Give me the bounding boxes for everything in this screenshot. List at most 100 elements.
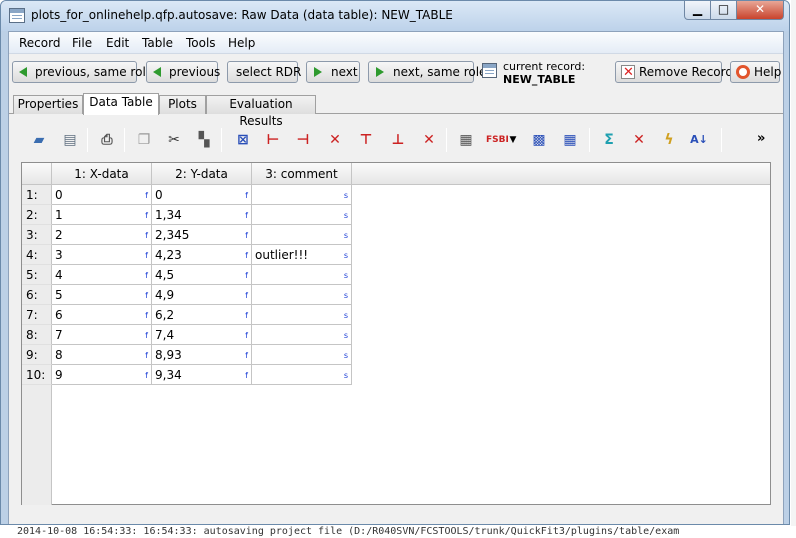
- table-cell[interactable]: s: [252, 185, 352, 205]
- table-cell[interactable]: 9,34 f: [152, 365, 252, 385]
- table-cell[interactable]: 5f: [52, 285, 152, 305]
- table-cell[interactable]: 6,2 f: [152, 305, 252, 325]
- row-header[interactable]: 6:: [22, 285, 52, 305]
- recalculate-icon[interactable]: ϟ: [659, 130, 679, 150]
- table-cell[interactable]: 4,9 f: [152, 285, 252, 305]
- cell-value: 3: [55, 248, 63, 262]
- row-header[interactable]: 7:: [22, 305, 52, 325]
- help-button[interactable]: Help: [730, 61, 781, 83]
- print-icon[interactable]: ⎙: [97, 130, 117, 150]
- previous-same-role-button[interactable]: previous, same role: [12, 61, 153, 83]
- table-delete-icon[interactable]: ▦: [456, 130, 476, 150]
- append-row-icon[interactable]: ⊥: [388, 130, 408, 150]
- insert-row-icon[interactable]: ⊤: [356, 130, 376, 150]
- row-header[interactable]: 10:: [22, 365, 52, 385]
- cell-value: 7,4: [155, 328, 175, 342]
- delete-row-icon[interactable]: ✕: [419, 130, 439, 150]
- table-cell[interactable]: 1,34 f: [152, 205, 252, 225]
- table-cell[interactable]: 9f: [52, 365, 152, 385]
- insert-column-icon[interactable]: ⊢: [263, 130, 283, 150]
- menu-record[interactable]: Record: [19, 36, 60, 50]
- row-header[interactable]: 1:: [22, 185, 52, 205]
- table-cell[interactable]: 7f: [52, 325, 152, 345]
- table-cell[interactable]: 7,4 f: [152, 325, 252, 345]
- table-cell[interactable]: 4,5 f: [152, 265, 252, 285]
- menu-edit[interactable]: Edit: [106, 36, 129, 50]
- cell-type-flag: s: [343, 251, 348, 260]
- save-icon[interactable]: ▤: [60, 130, 80, 150]
- maximize-button[interactable]: □: [710, 1, 737, 20]
- table-cell[interactable]: 8f: [52, 345, 152, 365]
- column-header[interactable]: 3: comment: [252, 163, 352, 185]
- column-header[interactable]: 1: X-data: [52, 163, 152, 185]
- dropdown-arrow-icon[interactable]: ▼: [508, 130, 518, 150]
- row-header[interactable]: 8:: [22, 325, 52, 345]
- menu-table[interactable]: Table: [142, 36, 173, 50]
- table-cell[interactable]: 3f: [52, 245, 152, 265]
- clear-cells-icon[interactable]: ⊠: [233, 130, 253, 150]
- previous-button[interactable]: previous: [146, 61, 220, 83]
- column-header[interactable]: 2: Y-data: [152, 163, 252, 185]
- sort-icon[interactable]: A↓: [689, 130, 709, 150]
- cell-type-flag: s: [343, 371, 348, 380]
- table-cell[interactable]: 6f: [52, 305, 152, 325]
- open-folder-icon[interactable]: ▰: [29, 130, 49, 150]
- close-button[interactable]: ✕: [736, 1, 784, 20]
- title-bar[interactable]: plots_for_onlinehelp.qfp.autosave: Raw D…: [1, 1, 789, 31]
- table-cell[interactable]: s: [252, 285, 352, 305]
- table-cell[interactable]: s: [252, 365, 352, 385]
- menu-tools[interactable]: Tools: [186, 36, 216, 50]
- table-cell[interactable]: 0f: [52, 185, 152, 205]
- clear-expression-icon[interactable]: ✕: [629, 130, 649, 150]
- table-cell[interactable]: s: [252, 225, 352, 245]
- fsbi-icon[interactable]: FSBI: [486, 130, 509, 150]
- row-header[interactable]: 5:: [22, 265, 52, 285]
- copy-icon[interactable]: ❐: [134, 130, 154, 150]
- tab-evaluation-results[interactable]: Evaluation Results: [206, 95, 316, 128]
- toolbar-overflow-button[interactable]: »: [757, 131, 765, 146]
- table-cell[interactable]: 4f: [52, 265, 152, 285]
- minimize-button[interactable]: ▁: [684, 1, 711, 20]
- row-header[interactable]: 4:: [22, 245, 52, 265]
- table-cell[interactable]: s: [252, 205, 352, 225]
- table-cell[interactable]: 1f: [52, 205, 152, 225]
- menu-help[interactable]: Help: [228, 36, 255, 50]
- cell-type-flag: s: [343, 231, 348, 240]
- table-cell[interactable]: s: [252, 265, 352, 285]
- table-cell[interactable]: s: [252, 305, 352, 325]
- data-table[interactable]: 1: X-data 2: Y-data 3: comment 1: 0 f 0 f s 2: 1 f…: [21, 162, 771, 505]
- table-cell[interactable]: s: [252, 345, 352, 365]
- cut-icon[interactable]: ✂: [164, 130, 184, 150]
- cell-value: 7: [55, 328, 63, 342]
- table-cell[interactable]: outlier!!! s: [252, 245, 352, 265]
- paste-icon[interactable]: ▚: [194, 130, 214, 150]
- row-header[interactable]: 9:: [22, 345, 52, 365]
- table-cell[interactable]: 4,23 f: [152, 245, 252, 265]
- row-header[interactable]: 2:: [22, 205, 52, 225]
- table-cell[interactable]: 2,345 f: [152, 225, 252, 245]
- select-rdr-button[interactable]: select RDR: [227, 61, 301, 83]
- cell-value: 8,93: [155, 348, 182, 362]
- remove-record-button[interactable]: ✕ Remove Record: [615, 61, 733, 83]
- table-cell[interactable]: 2f: [52, 225, 152, 245]
- tab-data-table[interactable]: Data Table: [83, 93, 159, 115]
- table-cell[interactable]: 8,93 f: [152, 345, 252, 365]
- grid-icon[interactable]: ▦: [560, 130, 580, 150]
- cell-value: 2: [55, 228, 63, 242]
- next-button[interactable]: next: [306, 61, 360, 83]
- sum-icon[interactable]: Σ: [599, 130, 619, 150]
- cell-type-flag: f: [145, 371, 148, 380]
- column-function-icon[interactable]: ▩: [529, 130, 549, 150]
- append-column-icon[interactable]: ⊣: [293, 130, 313, 150]
- menu-file[interactable]: File: [72, 36, 92, 50]
- row-header[interactable]: 3:: [22, 225, 52, 245]
- tab-plots[interactable]: Plots: [159, 95, 206, 114]
- table-cell[interactable]: 0f: [152, 185, 252, 205]
- table-cell[interactable]: s: [252, 325, 352, 345]
- tab-properties[interactable]: Properties: [13, 95, 83, 114]
- next-same-role-button[interactable]: next, same role: [368, 61, 486, 83]
- delete-column-icon[interactable]: ✕: [325, 130, 345, 150]
- cell-type-flag: f: [145, 291, 148, 300]
- cell-type-flag: f: [245, 371, 248, 380]
- log-output-line: 2014-10-08 16:54:33: 16:54:33: autosavin…: [0, 526, 796, 538]
